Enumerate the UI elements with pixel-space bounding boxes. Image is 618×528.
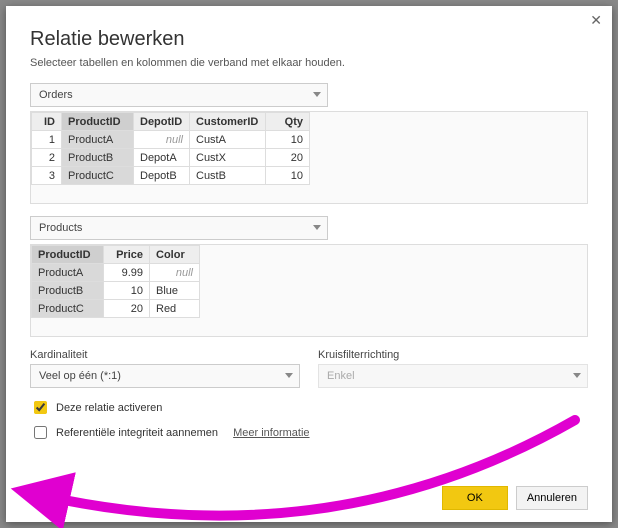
table2-preview: ProductID Price Color ProductA 9.99 null… (30, 244, 588, 337)
table-row: ProductB 10 Blue (32, 282, 200, 300)
col-depotid[interactable]: DepotID (134, 113, 190, 131)
table-header-row: ID ProductID DepotID CustomerID Qty (32, 113, 310, 131)
table1-preview: ID ProductID DepotID CustomerID Qty 1 Pr… (30, 111, 588, 204)
col-price[interactable]: Price (104, 246, 150, 264)
col-qty[interactable]: Qty (266, 113, 310, 131)
table-header-row: ProductID Price Color (32, 246, 200, 264)
col-customerid[interactable]: CustomerID (190, 113, 266, 131)
table-row: 3 ProductC DepotB CustB 10 (32, 167, 310, 185)
crossfilter-label: Kruisfilterrichting (318, 349, 588, 361)
cardinality-label: Kardinaliteit (30, 349, 300, 361)
activate-relationship-checkbox[interactable] (34, 401, 47, 414)
crossfilter-select[interactable]: Enkel (318, 364, 588, 388)
col-id[interactable]: ID (32, 113, 62, 131)
activate-relationship-checkbox-row: Deze relatie activeren (30, 398, 588, 417)
chevron-down-icon (285, 373, 293, 378)
cancel-button[interactable]: Annuleren (516, 486, 588, 510)
table2-select[interactable]: Products (30, 216, 328, 240)
dialog-title: Relatie bewerken (30, 28, 588, 51)
col-productid[interactable]: ProductID (32, 246, 104, 264)
table2-select-value: Products (39, 222, 82, 234)
table-row: 2 ProductB DepotA CustX 20 (32, 149, 310, 167)
referential-integrity-checkbox-row: Referentiële integriteit aannemen Meer i… (30, 423, 588, 442)
table1-select[interactable]: Orders (30, 83, 328, 107)
activate-relationship-label: Deze relatie activeren (56, 402, 162, 414)
table-row: ProductC 20 Red (32, 300, 200, 318)
cardinality-value: Veel op één (*:1) (39, 370, 121, 382)
chevron-down-icon (573, 373, 581, 378)
table1-select-value: Orders (39, 89, 73, 101)
edit-relationship-dialog: ✕ Relatie bewerken Selecteer tabellen en… (6, 6, 612, 522)
col-productid[interactable]: ProductID (62, 113, 134, 131)
chevron-down-icon (313, 225, 321, 230)
ok-button[interactable]: OK (442, 486, 508, 510)
col-color[interactable]: Color (150, 246, 200, 264)
table-row: 1 ProductA null CustA 10 (32, 131, 310, 149)
referential-integrity-checkbox[interactable] (34, 426, 47, 439)
cardinality-select[interactable]: Veel op één (*:1) (30, 364, 300, 388)
chevron-down-icon (313, 92, 321, 97)
dialog-subtitle: Selecteer tabellen en kolommen die verba… (30, 57, 588, 69)
close-icon[interactable]: ✕ (590, 12, 602, 29)
referential-integrity-label: Referentiële integriteit aannemen (56, 427, 218, 439)
crossfilter-value: Enkel (327, 370, 355, 382)
table-row: ProductA 9.99 null (32, 264, 200, 282)
more-info-link[interactable]: Meer informatie (233, 427, 309, 439)
